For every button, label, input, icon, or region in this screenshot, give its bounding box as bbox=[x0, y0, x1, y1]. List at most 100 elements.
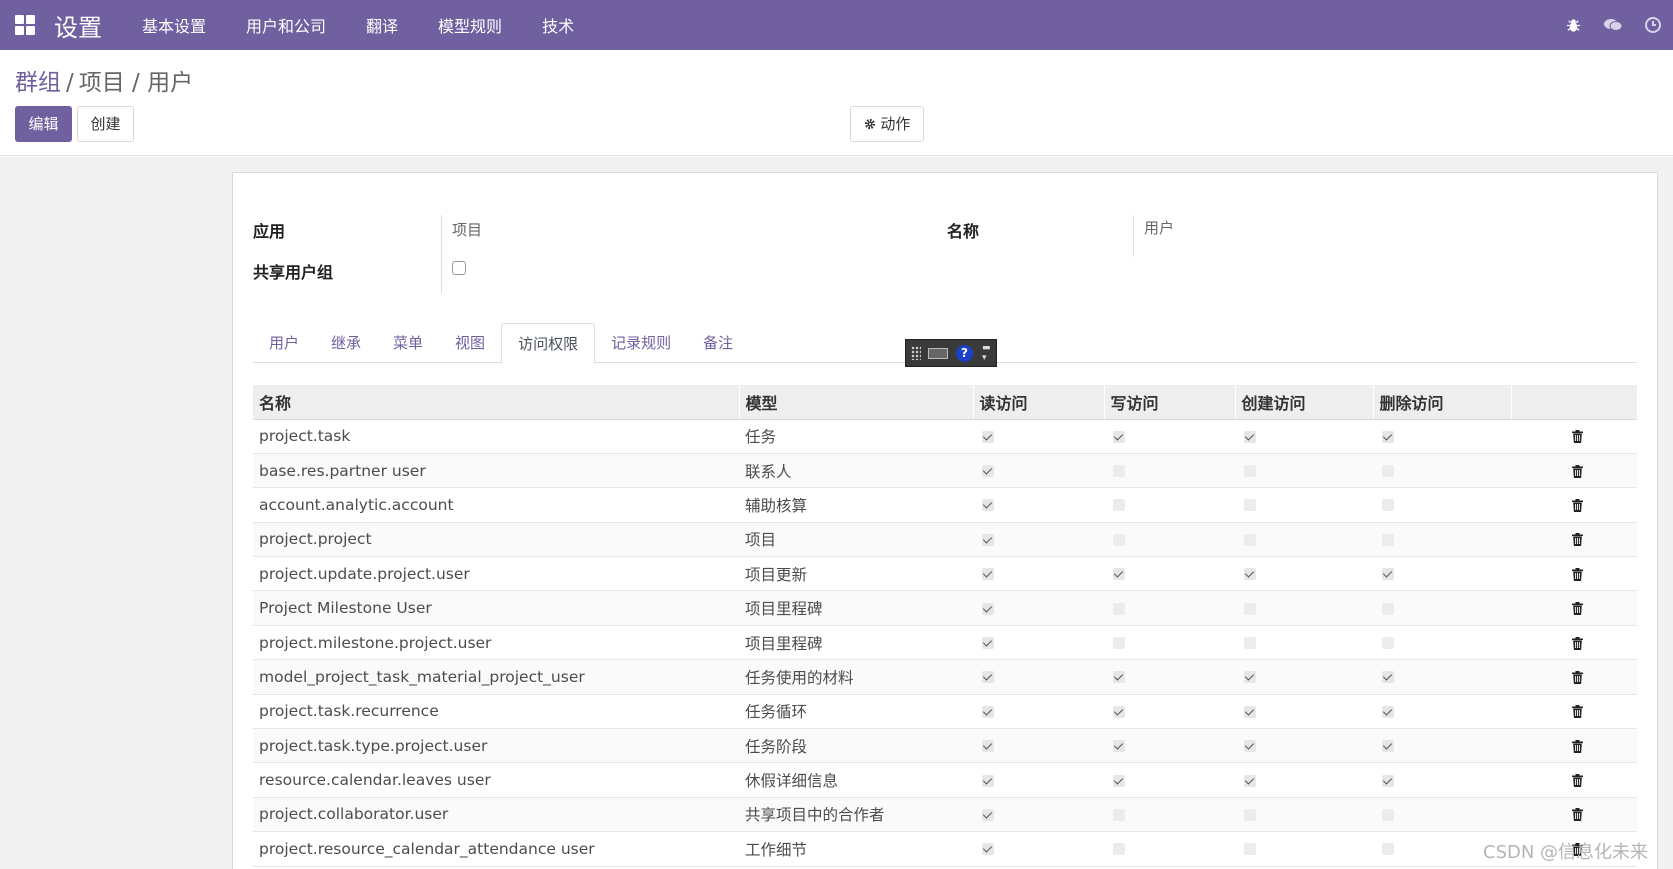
checkbox-write[interactable] bbox=[1113, 774, 1125, 787]
table-row[interactable]: project.task.type.project.user 任务阶段 bbox=[253, 728, 1637, 764]
name-value[interactable]: 用户 bbox=[1144, 217, 1174, 238]
table-row[interactable]: project.task.recurrence 任务循环 bbox=[253, 694, 1637, 730]
cell-name[interactable]: project.task bbox=[253, 419, 739, 454]
trash-icon[interactable] bbox=[1571, 774, 1583, 788]
column-header-write[interactable]: 写访问 bbox=[1103, 385, 1235, 420]
edit-button[interactable]: 编辑 bbox=[15, 106, 72, 142]
checkbox-create[interactable] bbox=[1244, 637, 1256, 650]
checkbox-create[interactable] bbox=[1244, 430, 1256, 443]
checkbox-unlink[interactable] bbox=[1382, 430, 1394, 443]
keyboard-icon[interactable] bbox=[928, 348, 948, 359]
bug-icon[interactable] bbox=[1553, 18, 1593, 33]
checkbox-unlink[interactable] bbox=[1382, 602, 1394, 615]
help-icon[interactable]: ? bbox=[956, 345, 973, 362]
menu-users-companies[interactable]: 用户和公司 bbox=[226, 13, 346, 37]
column-header-read[interactable]: 读访问 bbox=[972, 385, 1104, 420]
menu-technical[interactable]: 技术 bbox=[522, 13, 594, 37]
checkbox-read[interactable] bbox=[982, 808, 994, 821]
table-row[interactable]: project.task 任务 bbox=[253, 419, 1637, 454]
trash-icon[interactable] bbox=[1571, 739, 1583, 753]
cell-model[interactable]: 联系人 bbox=[739, 453, 973, 489]
checkbox-write[interactable] bbox=[1113, 671, 1125, 684]
checkbox-unlink[interactable] bbox=[1382, 774, 1394, 787]
checkbox-unlink[interactable] bbox=[1382, 533, 1394, 546]
checkbox-create[interactable] bbox=[1244, 808, 1256, 821]
column-header-model[interactable]: 模型 bbox=[738, 385, 973, 420]
checkbox-unlink[interactable] bbox=[1382, 499, 1394, 512]
checkbox-read[interactable] bbox=[982, 774, 994, 787]
clock-icon[interactable] bbox=[1633, 17, 1673, 33]
cell-name[interactable]: resource.calendar.leaves user bbox=[253, 762, 739, 798]
checkbox-read[interactable] bbox=[982, 430, 994, 443]
cell-name[interactable]: base.res.partner user bbox=[253, 453, 739, 489]
trash-icon[interactable] bbox=[1571, 498, 1583, 512]
breadcrumb-groups-link[interactable]: 群组 bbox=[15, 70, 61, 96]
checkbox-create[interactable] bbox=[1244, 602, 1256, 615]
tab-views[interactable]: 视图 bbox=[439, 323, 501, 363]
cell-model[interactable]: 项目里程碑 bbox=[739, 590, 973, 626]
table-row[interactable]: project.milestone.project.user 项目里程碑 bbox=[253, 625, 1637, 661]
table-row[interactable]: account.analytic.account 辅助核算 bbox=[253, 487, 1637, 523]
checkbox-create[interactable] bbox=[1244, 774, 1256, 787]
checkbox-write[interactable] bbox=[1113, 430, 1125, 443]
checkbox-write[interactable] bbox=[1113, 533, 1125, 546]
ime-toolbar[interactable]: ? ▬ ▾ bbox=[905, 339, 997, 367]
checkbox-write[interactable] bbox=[1113, 740, 1125, 753]
checkbox-create[interactable] bbox=[1244, 671, 1256, 684]
checkbox-read[interactable] bbox=[982, 637, 994, 650]
cell-model[interactable]: 休假详细信息 bbox=[739, 762, 973, 798]
checkbox-create[interactable] bbox=[1244, 533, 1256, 546]
checkbox-create[interactable] bbox=[1244, 843, 1256, 856]
column-header-delete[interactable]: 删除访问 bbox=[1372, 385, 1511, 420]
checkbox-write[interactable] bbox=[1113, 705, 1125, 718]
table-row[interactable]: resource.calendar.leaves user 休假详细信息 bbox=[253, 762, 1637, 798]
cell-model[interactable]: 项目更新 bbox=[739, 556, 973, 592]
trash-icon[interactable] bbox=[1571, 533, 1583, 547]
checkbox-write[interactable] bbox=[1113, 499, 1125, 512]
checkbox-read[interactable] bbox=[982, 671, 994, 684]
checkbox-unlink[interactable] bbox=[1382, 843, 1394, 856]
checkbox-write[interactable] bbox=[1113, 843, 1125, 856]
trash-icon[interactable] bbox=[1571, 464, 1583, 478]
cell-model[interactable]: 项目里程碑 bbox=[739, 625, 973, 661]
chat-icon[interactable] bbox=[1593, 17, 1633, 33]
action-button[interactable]: 动作 bbox=[850, 106, 924, 142]
checkbox-unlink[interactable] bbox=[1382, 568, 1394, 581]
table-row[interactable]: base.res.partner user 联系人 bbox=[253, 453, 1637, 489]
table-row[interactable]: project.update.project.user 项目更新 bbox=[253, 556, 1637, 592]
cell-model[interactable]: 任务使用的材料 bbox=[739, 659, 973, 695]
cell-model[interactable]: 工作细节 bbox=[739, 831, 973, 867]
table-row[interactable]: model_project_task_material_project_user… bbox=[253, 659, 1637, 695]
trash-icon[interactable] bbox=[1571, 602, 1583, 616]
cell-name[interactable]: project.resource_calendar_attendance use… bbox=[253, 831, 739, 867]
table-row[interactable]: project.resource_calendar_attendance use… bbox=[253, 831, 1637, 867]
app-title[interactable]: 设置 bbox=[54, 8, 102, 43]
application-value[interactable]: 项目 bbox=[452, 219, 482, 240]
cell-model[interactable]: 任务阶段 bbox=[739, 728, 973, 764]
checkbox-read[interactable] bbox=[982, 568, 994, 581]
cell-name[interactable]: project.milestone.project.user bbox=[253, 625, 739, 661]
cell-model[interactable]: 任务循环 bbox=[739, 694, 973, 730]
cell-name[interactable]: Project Milestone User bbox=[253, 590, 739, 626]
checkbox-unlink[interactable] bbox=[1382, 808, 1394, 821]
cell-model[interactable]: 共享项目中的合作者 bbox=[739, 797, 973, 833]
checkbox-create[interactable] bbox=[1244, 465, 1256, 478]
checkbox-unlink[interactable] bbox=[1382, 740, 1394, 753]
checkbox-create[interactable] bbox=[1244, 705, 1256, 718]
checkbox-write[interactable] bbox=[1113, 808, 1125, 821]
checkbox-read[interactable] bbox=[982, 705, 994, 718]
menu-translations[interactable]: 翻译 bbox=[346, 13, 418, 37]
checkbox-read[interactable] bbox=[982, 499, 994, 512]
cell-model[interactable]: 任务 bbox=[739, 419, 973, 454]
cell-model[interactable]: 项目 bbox=[739, 522, 973, 558]
column-header-create[interactable]: 创建访问 bbox=[1234, 385, 1373, 420]
checkbox-unlink[interactable] bbox=[1382, 671, 1394, 684]
cell-name[interactable]: account.analytic.account bbox=[253, 487, 739, 523]
cell-model[interactable]: 辅助核算 bbox=[739, 487, 973, 523]
create-button[interactable]: 创建 bbox=[77, 106, 134, 142]
table-row[interactable]: project.project 项目 bbox=[253, 522, 1637, 558]
trash-icon[interactable] bbox=[1571, 636, 1583, 650]
table-row[interactable]: Project Milestone User 项目里程碑 bbox=[253, 590, 1637, 626]
tab-users[interactable]: 用户 bbox=[253, 323, 315, 363]
checkbox-read[interactable] bbox=[982, 533, 994, 546]
